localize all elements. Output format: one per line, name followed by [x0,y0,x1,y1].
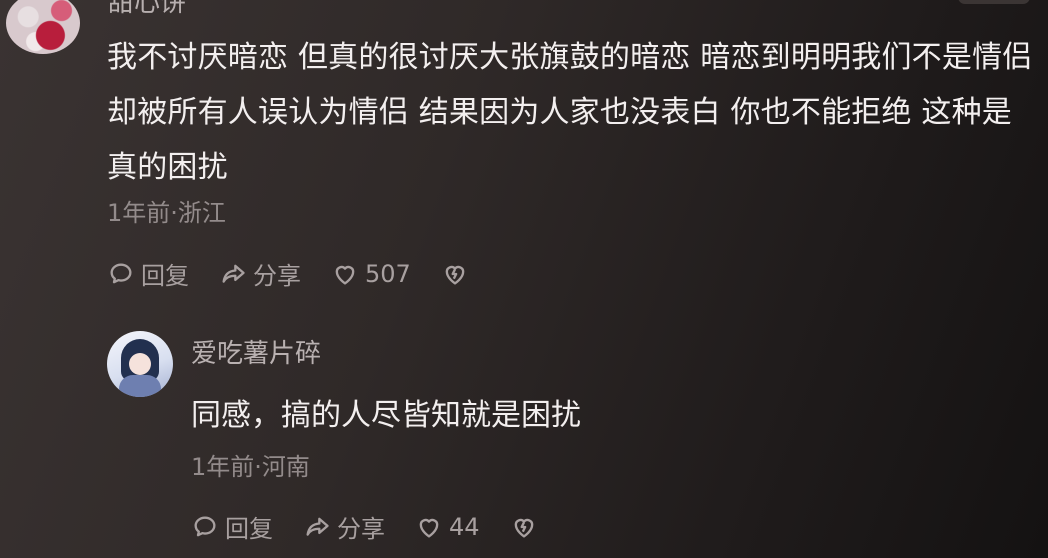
like-button[interactable]: 44 [415,513,480,541]
username[interactable]: 爱吃薯片碎 [191,333,321,370]
broken-heart-icon [445,265,465,284]
heart-outline-icon [335,265,355,284]
share-button[interactable]: 分享 [219,256,301,291]
speech-bubble-icon [194,516,216,536]
share-arrow-icon [222,264,245,283]
avatar[interactable] [107,331,173,397]
comment-meta: 1年前·浙江 [107,199,226,227]
reply-text: 同感，搞的人尽皆知就是困扰 [191,398,581,433]
more-button[interactable] [958,0,1030,4]
like-count: 507 [365,259,411,288]
like-count: 44 [449,512,480,541]
broken-heart-icon [514,518,533,537]
heart-outline-icon [419,518,439,537]
reply-label: 回复 [141,262,189,290]
reply-button[interactable]: 回复 [107,256,189,291]
reply-button[interactable]: 回复 [191,509,273,544]
dislike-button[interactable] [441,260,475,288]
like-button[interactable]: 507 [331,260,411,288]
comment-text: 我不讨厌暗恋 但真的很讨厌大张旗鼓的暗恋 暗恋到明明我们不是情侣 却被所有人误认… [107,40,1033,185]
dislike-button[interactable] [510,513,544,541]
avatar[interactable] [6,0,80,54]
comment-actions: 回复 分享 507 [107,256,505,291]
share-button[interactable]: 分享 [303,509,385,544]
reply-actions: 回复 分享 44 [191,509,574,544]
reply-label: 回复 [225,515,273,543]
username[interactable]: 甜心饼 [108,0,186,19]
speech-bubble-icon [110,263,132,283]
share-label: 分享 [337,515,385,543]
share-label: 分享 [253,262,301,290]
share-arrow-icon [306,517,329,536]
reply-meta: 1年前·河南 [191,453,310,481]
